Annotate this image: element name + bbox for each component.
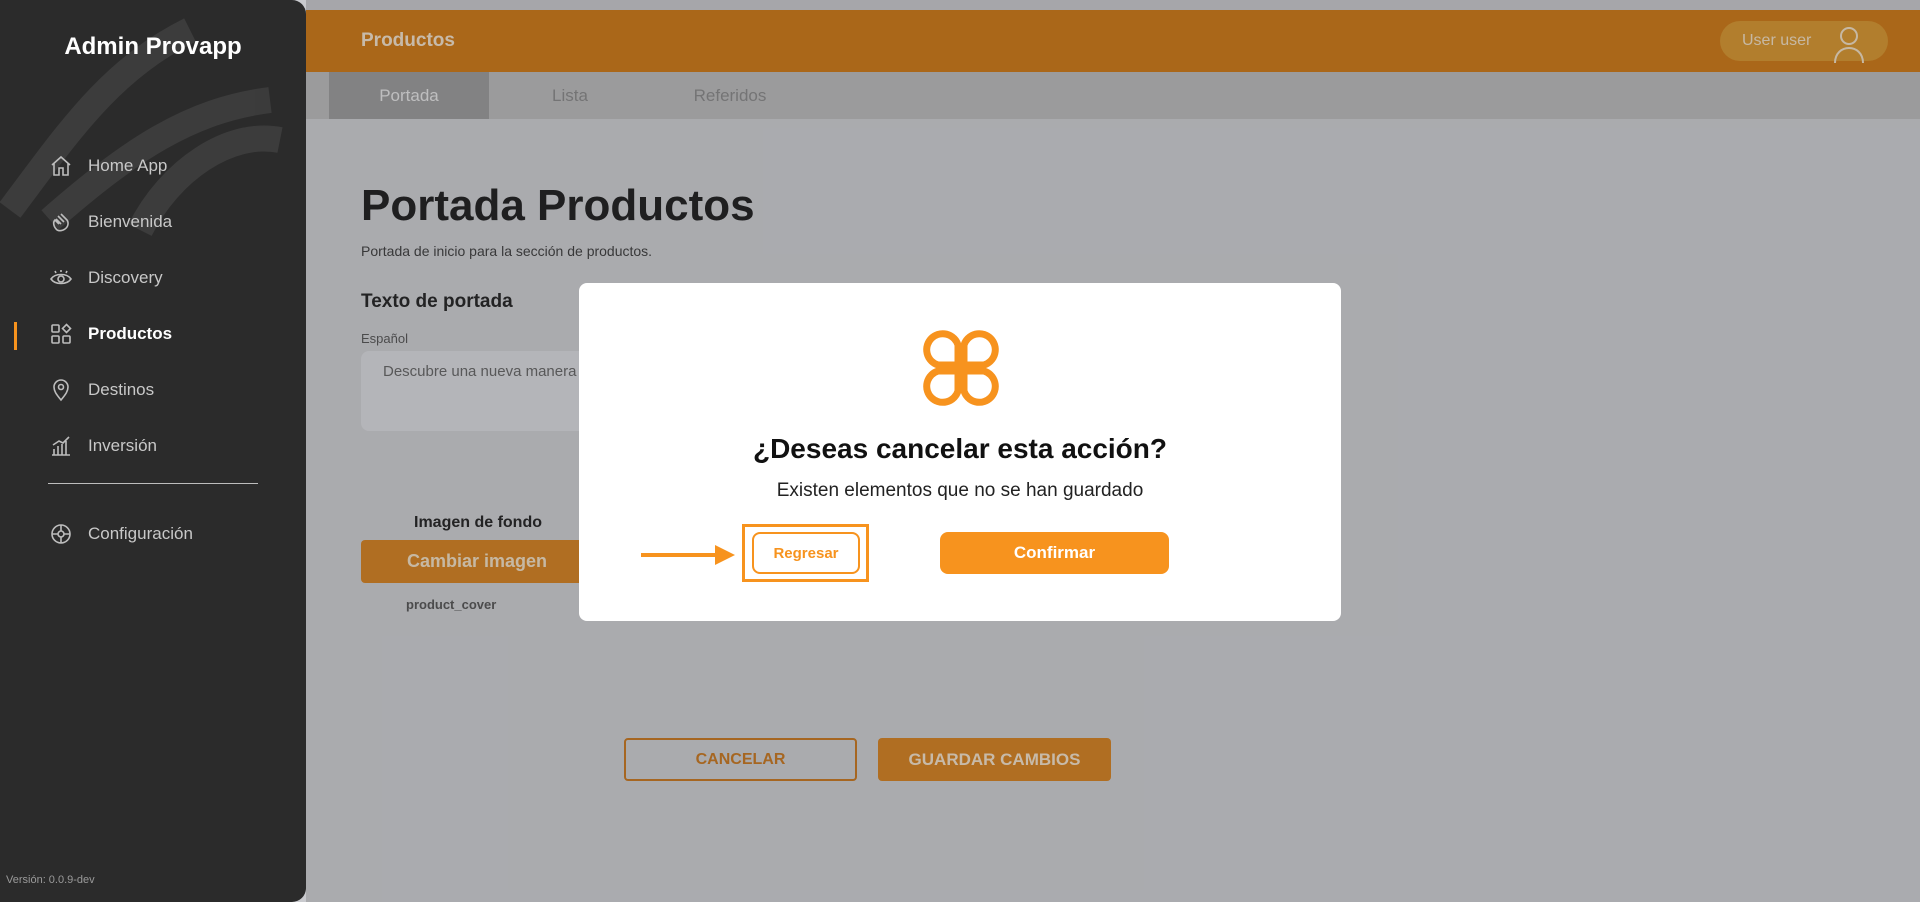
back-button[interactable]: Regresar [752,532,860,574]
sidebar-item-label: Bienvenida [88,212,173,231]
confirm-button[interactable]: Confirmar [940,532,1169,574]
bar-chart-icon [48,433,74,459]
confirm-cancel-dialog: ¿Deseas cancelar esta acción? Existen el… [579,283,1341,621]
version-label: Versión: 0.0.9-dev [6,874,95,886]
grid-icon [48,321,74,347]
app-title: Admin Provapp [64,33,242,60]
sidebar-item-label: Inversión [88,436,157,455]
sidebar-item-discovery[interactable]: Discovery [0,250,306,306]
home-icon [48,153,74,179]
sidebar-item-inversion[interactable]: Inversión [0,418,306,474]
sidebar-item-label: Home App [88,156,168,175]
sidebar: Admin Provapp Home App Bienvenida Discov… [0,0,306,902]
eye-icon [48,265,74,291]
location-pin-icon [48,377,74,403]
arrow-right-icon [641,545,735,565]
sidebar-item-home-app[interactable]: Home App [0,138,306,194]
dialog-message: Existen elementos que no se han guardado [776,480,1144,501]
clover-logo-icon [918,325,1004,411]
sidebar-item-label: Discovery [88,268,163,287]
sidebar-divider [48,483,258,484]
sidebar-item-label: Productos [88,324,173,343]
sidebar-item-label: Configuración [88,524,193,543]
dialog-question: ¿Deseas cancelar esta acción? [752,433,1167,464]
sidebar-nav: Home App Bienvenida Discovery Productos … [0,138,306,474]
sidebar-item-bienvenida[interactable]: Bienvenida [0,194,306,250]
sidebar-item-configuracion[interactable]: Configuración [0,506,306,562]
sidebar-item-label: Destinos [88,380,155,399]
sidebar-item-productos[interactable]: Productos [0,306,306,362]
sidebar-item-destinos[interactable]: Destinos [0,362,306,418]
wave-hand-icon [48,209,74,235]
sidebar-config-section: Configuración [0,506,306,562]
gear-icon [48,521,74,547]
